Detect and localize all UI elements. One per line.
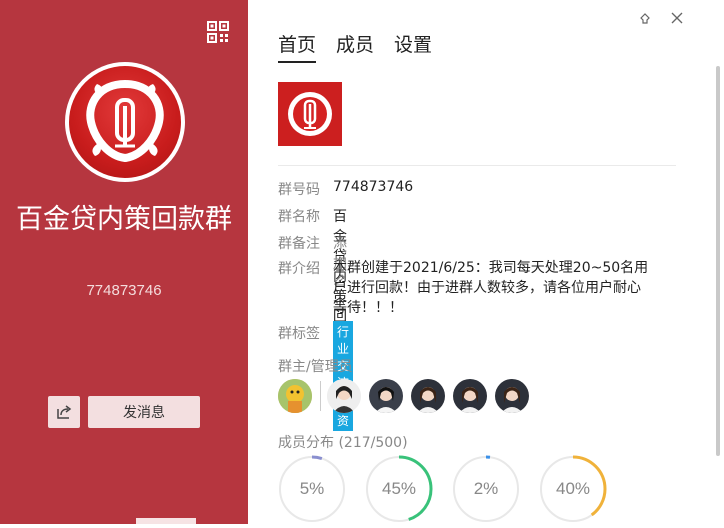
distribution-percent: 2% xyxy=(473,479,499,498)
group-avatar[interactable] xyxy=(65,62,185,182)
scrollbar[interactable] xyxy=(716,66,720,456)
admins-label: 群主/管理员 xyxy=(278,359,353,375)
share-icon xyxy=(57,405,72,419)
share-button[interactable] xyxy=(48,396,80,428)
group-number-value: 774873746 xyxy=(333,179,414,195)
group-logo-image xyxy=(69,66,181,178)
admin-avatar[interactable] xyxy=(411,379,445,413)
group-intro-text: 本群创建于2021/6/25：我司每天处理20~50名用户进行回款！由于进群人数… xyxy=(333,260,649,316)
admin-avatar[interactable] xyxy=(453,379,487,413)
send-message-button[interactable]: 发消息 xyxy=(88,396,200,428)
distribution-percent: 45% xyxy=(381,479,417,498)
group-info-panel: 首页 成员 设置 群号码 774873746 群名称 百金贷内策回款群 群备注 … xyxy=(248,0,724,524)
admin-avatar[interactable] xyxy=(495,379,529,413)
close-icon[interactable] xyxy=(670,11,684,25)
owner-avatar[interactable] xyxy=(278,379,312,413)
admin-avatar[interactable] xyxy=(369,379,403,413)
group-name-title: 百金贷内策回款群 xyxy=(16,204,232,235)
avatar-separator xyxy=(320,381,321,411)
tab-bar: 首页 成员 设置 xyxy=(278,30,432,63)
member-distribution-label: 成员分布 (217/500) xyxy=(278,435,408,451)
distribution-ring[interactable]: 45% xyxy=(365,455,433,523)
group-id-text: 774873746 xyxy=(86,282,162,299)
group-tags-label: 群标签 xyxy=(278,326,320,342)
distribution-ring[interactable]: 40% xyxy=(539,455,607,523)
group-intro-label: 群介绍 xyxy=(278,261,320,277)
group-name-label: 群名称 xyxy=(278,209,320,225)
group-profile-panel: 百金贷内策回款群 774873746 发消息 xyxy=(0,0,248,524)
panel-bottom-fragment xyxy=(136,518,196,524)
tab-home[interactable]: 首页 xyxy=(278,30,317,63)
group-remark-label: 群备注 xyxy=(278,236,320,252)
distribution-percent: 40% xyxy=(555,479,591,498)
admin-list xyxy=(278,379,537,413)
group-number-label: 群号码 xyxy=(278,182,320,198)
tab-members[interactable]: 成员 xyxy=(336,30,374,63)
distribution-ring[interactable]: 5% xyxy=(278,455,346,523)
distribution-ring[interactable]: 2% xyxy=(452,455,520,523)
pin-icon[interactable] xyxy=(638,11,652,25)
distribution-percent: 5% xyxy=(299,479,325,498)
admin-avatar[interactable] xyxy=(327,379,361,413)
qr-code-icon[interactable] xyxy=(207,21,229,43)
tag-list: 行业交流投资 xyxy=(333,321,357,431)
tab-settings[interactable]: 设置 xyxy=(394,30,432,63)
group-avatar-thumbnail[interactable] xyxy=(278,82,342,146)
divider xyxy=(278,165,676,166)
